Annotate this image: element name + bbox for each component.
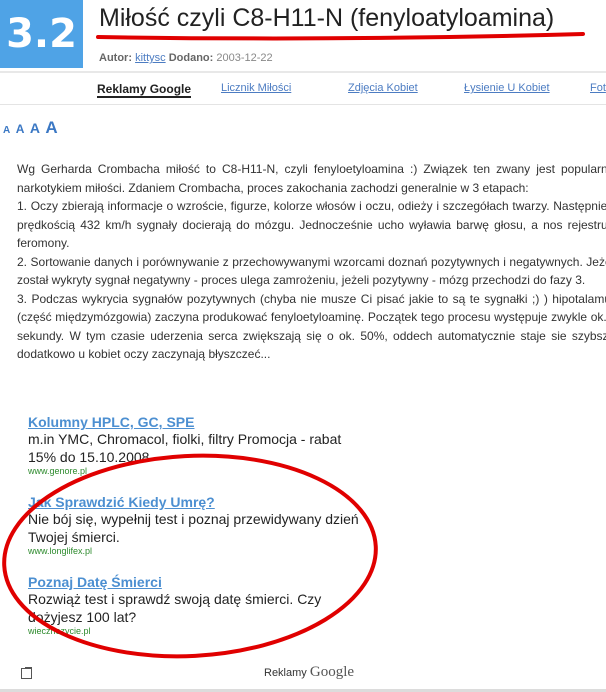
date-value: 2003-12-22: [216, 52, 273, 64]
google-ads-block: Kolumny HPLC, GC, SPE m.in YMC, Chromaco…: [28, 414, 368, 650]
ads-footer-label: Reklamy: [264, 667, 307, 679]
font-size-xs[interactable]: A: [3, 125, 10, 136]
article-meta: Autor: kittysc Dodano: 2003-12-22: [99, 52, 273, 64]
ad-link-lysienie[interactable]: Łysienie U Kobiet: [464, 82, 550, 94]
font-size-switcher: A A A A: [3, 118, 59, 138]
font-size-m[interactable]: A: [30, 120, 40, 136]
ad-title-link[interactable]: Kolumny HPLC, GC, SPE: [28, 414, 368, 430]
article-paragraph: 3. Podczas wykrycia sygnałów pozytywnych…: [17, 291, 606, 362]
divider: [0, 71, 606, 73]
page-title: Miłość czyli C8-H11-N (fenyloatyloamina): [99, 4, 555, 32]
rating-badge: 3.2: [0, 0, 83, 68]
ad-text: Rozwiąż test i sprawdź swoją datę śmierc…: [28, 591, 322, 625]
ad-links-bar: Reklamy Google Licznik Miłości Zdjęcia K…: [0, 82, 606, 98]
ad-title-link[interactable]: Poznaj Datę Śmierci: [28, 574, 368, 590]
ads-footer[interactable]: Reklamy Google: [264, 664, 354, 681]
article-paragraph: Wg Gerharda Crombacha miłość to C8-H11-N…: [17, 162, 606, 195]
article-paragraph: 1. Oczy zbierają informacje o wzroście, …: [17, 199, 606, 250]
ad-link-licznik[interactable]: Licznik Miłości: [221, 82, 291, 94]
ad-url[interactable]: www.longlifex.pl: [28, 546, 368, 556]
google-ads-label[interactable]: Reklamy Google: [97, 82, 192, 98]
ad-url[interactable]: www.genore.pl: [28, 466, 368, 476]
external-link-icon[interactable]: [21, 667, 32, 679]
ad-item: Kolumny HPLC, GC, SPE m.in YMC, Chromaco…: [28, 414, 368, 476]
ad-text: Nie bój się, wypełnij test i poznaj prze…: [28, 511, 359, 545]
font-size-l[interactable]: A: [45, 118, 57, 137]
google-logo: Google: [309, 664, 355, 680]
title-underline-annotation: [96, 32, 585, 41]
date-label: Dodano:: [168, 52, 214, 64]
article-body: Wg Gerharda Crombacha miłość to C8-H11-N…: [17, 160, 606, 364]
author-label: Autor:: [99, 52, 132, 64]
ad-text: m.in YMC, Chromacol, fiolki, filtry Prom…: [28, 431, 342, 465]
divider: [0, 104, 606, 105]
ad-item: Poznaj Datę Śmierci Rozwiąż test i spraw…: [28, 574, 368, 636]
article-paragraph: 2. Sortowanie danych i porównywanie z pr…: [17, 254, 606, 288]
ad-url[interactable]: wiecznezycie.pl: [28, 626, 368, 636]
ad-link-fot[interactable]: Fot: [590, 82, 606, 94]
ad-link-zdjecia[interactable]: Zdjęcia Kobiet: [348, 82, 418, 94]
author-link[interactable]: kittysc: [135, 52, 166, 64]
ad-item: Jak Sprawdzić Kiedy Umrę? Nie bój się, w…: [28, 494, 368, 556]
ad-title-link[interactable]: Jak Sprawdzić Kiedy Umrę?: [28, 494, 368, 510]
font-size-s[interactable]: A: [16, 122, 25, 136]
